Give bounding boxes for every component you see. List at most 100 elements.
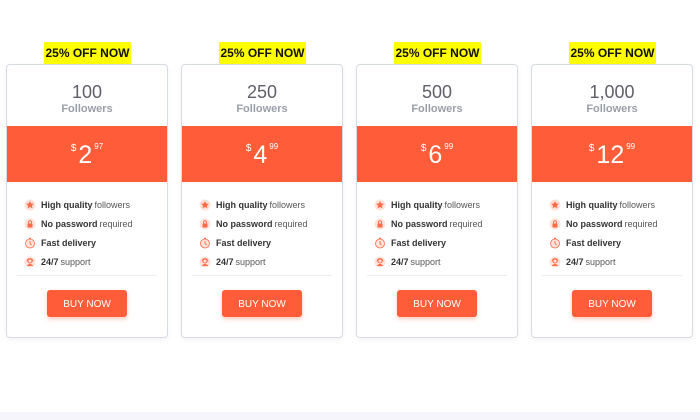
follower-quantity: 500: [421, 82, 453, 102]
plan-card-1000: 25% OFF NOW 1,000 Followers $ 12 99 High…: [531, 42, 693, 338]
lock-icon: [549, 218, 561, 229]
feature-text: support: [410, 256, 441, 267]
follower-quantity: 100: [71, 82, 103, 102]
star-icon: [24, 199, 36, 210]
feature-item-quality: High quality followers: [374, 195, 507, 214]
price: $ 4 99: [182, 126, 342, 182]
price-cents: 99: [269, 142, 279, 151]
star-icon: [374, 199, 386, 210]
feature-item-delivery: Fast delivery: [374, 233, 507, 252]
price-amount: 4: [253, 141, 268, 169]
feature-bold: High quality: [391, 199, 443, 210]
feature-bold: Fast delivery: [566, 237, 622, 248]
feature-item-support: 24/7 support: [549, 252, 682, 271]
feature-text: support: [235, 256, 266, 267]
support-agent-icon: [199, 256, 211, 267]
price-cents: 99: [626, 142, 636, 151]
feature-item-quality: High quality followers: [199, 195, 332, 214]
price-currency: $: [420, 143, 427, 154]
feature-bold: Fast delivery: [216, 237, 272, 248]
stopwatch-icon: [550, 237, 560, 248]
lock-icon: [374, 218, 386, 229]
feature-bold: High quality: [41, 199, 93, 210]
discount-badge: 25% OFF NOW: [394, 42, 481, 64]
feature-text: followers: [269, 199, 306, 210]
feature-text: support: [585, 256, 616, 267]
follower-quantity: 1,000: [589, 82, 635, 102]
price-band: $ 4 99: [182, 126, 342, 182]
feature-item-password: No password required: [24, 214, 157, 233]
feature-text: followers: [444, 199, 481, 210]
pricing-plans: 25% OFF NOW 100 Followers $ 2 97 High qu…: [6, 42, 696, 342]
follower-quantity: 250: [246, 82, 278, 102]
feature-bold: Fast delivery: [391, 237, 447, 248]
plan-card-body: 250 Followers $ 4 99 High quality follow…: [181, 64, 343, 338]
price-band: $ 2 97: [7, 126, 167, 182]
stopwatch-icon: [200, 237, 210, 248]
feature-text: required: [624, 218, 658, 229]
price-amount: 2: [78, 141, 93, 169]
price-currency: $: [70, 143, 77, 154]
feature-bold: 24/7: [391, 256, 409, 267]
star-icon: [199, 199, 211, 210]
feature-bold: High quality: [566, 199, 618, 210]
feature-bold: No password: [216, 218, 273, 229]
price: $ 2 97: [7, 126, 167, 182]
stopwatch-icon: [375, 237, 385, 248]
feature-text: followers: [619, 199, 656, 210]
feature-bold: High quality: [216, 199, 268, 210]
feature-item-password: No password required: [199, 214, 332, 233]
feature-bold: No password: [391, 218, 448, 229]
feature-item-quality: High quality followers: [549, 195, 682, 214]
price-band: $ 12 99: [532, 126, 692, 182]
quantity-unit: Followers: [236, 103, 288, 115]
discount-badge: 25% OFF NOW: [44, 42, 131, 64]
support-agent-icon: [549, 256, 561, 267]
feature-item-delivery: Fast delivery: [549, 233, 682, 252]
price: $ 12 99: [532, 126, 692, 182]
feature-item-password: No password required: [374, 214, 507, 233]
price-currency: $: [588, 143, 595, 154]
plan-card-body: 500 Followers $ 6 99 High quality follow…: [356, 64, 518, 338]
price: $ 6 99: [357, 126, 517, 182]
buy-now-button[interactable]: BUY NOW: [397, 290, 477, 317]
price-amount: 6: [428, 141, 443, 169]
feature-text: required: [274, 218, 308, 229]
star-icon: [549, 199, 561, 210]
feature-item-support: 24/7 support: [374, 252, 507, 271]
feature-list: High quality followers No password requi…: [24, 195, 157, 271]
feature-bold: 24/7: [216, 256, 234, 267]
lock-icon: [24, 218, 36, 229]
price-cents: 97: [94, 142, 104, 151]
feature-bold: No password: [566, 218, 623, 229]
feature-list: High quality followers No password requi…: [199, 195, 332, 271]
support-agent-icon: [374, 256, 386, 267]
buy-now-button[interactable]: BUY NOW: [222, 290, 302, 317]
feature-item-support: 24/7 support: [24, 252, 157, 271]
feature-item-password: No password required: [549, 214, 682, 233]
quantity-unit: Followers: [61, 103, 113, 115]
feature-item-support: 24/7 support: [199, 252, 332, 271]
support-agent-icon: [24, 256, 36, 267]
feature-bold: 24/7: [566, 256, 584, 267]
buy-now-button[interactable]: BUY NOW: [47, 290, 127, 317]
price-amount: 12: [596, 141, 625, 169]
feature-list: High quality followers No password requi…: [374, 195, 507, 271]
discount-badge: 25% OFF NOW: [219, 42, 306, 64]
divider: [542, 275, 682, 276]
stopwatch-icon: [25, 237, 35, 248]
quantity-unit: Followers: [586, 103, 638, 115]
buy-now-button[interactable]: BUY NOW: [572, 290, 652, 317]
quantity-unit: Followers: [411, 103, 463, 115]
feature-text: required: [449, 218, 483, 229]
feature-bold: Fast delivery: [41, 237, 97, 248]
discount-badge: 25% OFF NOW: [569, 42, 656, 64]
lock-icon: [199, 218, 211, 229]
feature-text: required: [99, 218, 133, 229]
feature-item-delivery: Fast delivery: [24, 233, 157, 252]
price-band: $ 6 99: [357, 126, 517, 182]
plan-card-body: 1,000 Followers $ 12 99 High quality fol…: [531, 64, 693, 338]
feature-bold: 24/7: [41, 256, 59, 267]
plan-card-100: 25% OFF NOW 100 Followers $ 2 97 High qu…: [6, 42, 168, 338]
divider: [17, 275, 157, 276]
